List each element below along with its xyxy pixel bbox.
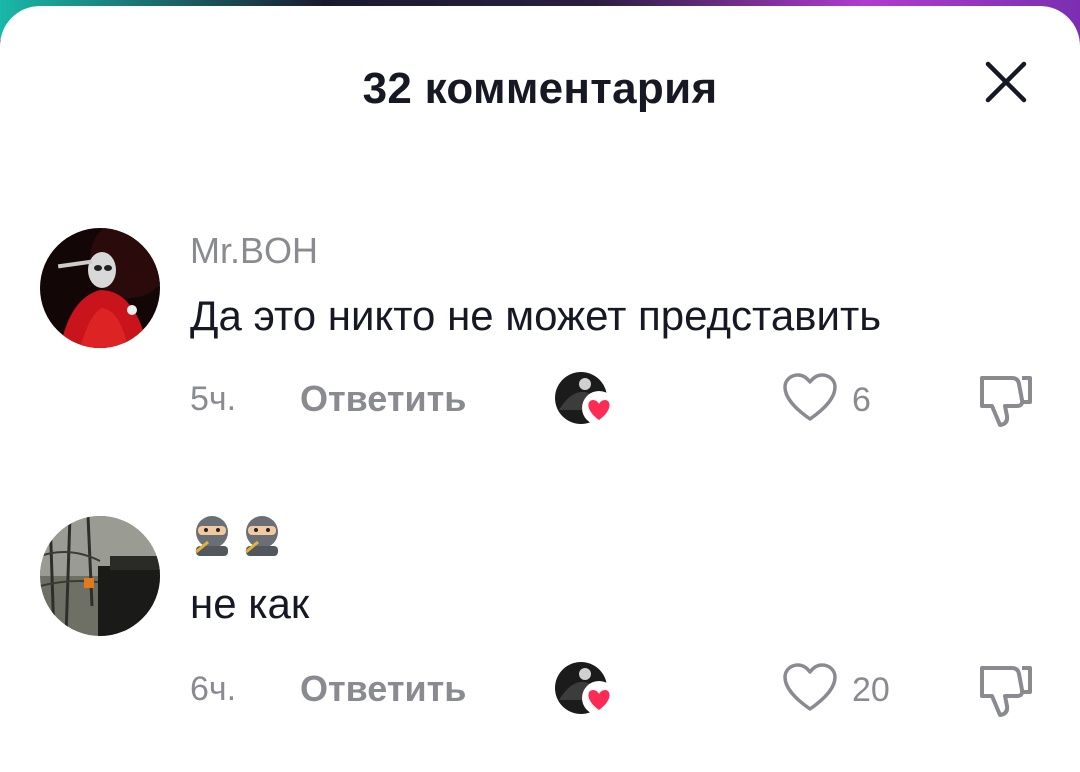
heart-icon [782,372,838,428]
creator-liked-icon [555,660,621,716]
like-count: 20 [852,670,890,709]
dislike-icon[interactable] [972,660,1038,720]
reply-button[interactable]: Ответить [300,668,466,710]
avatar[interactable] [40,516,160,636]
creator-liked-icon [555,370,621,426]
dislike-icon[interactable] [972,370,1038,430]
comment-text: не как [190,580,310,627]
close-icon[interactable] [980,56,1032,108]
comment-author[interactable]: Mr.BOH [190,230,318,272]
comment-time: 5ч. [190,380,237,418]
reply-button[interactable]: Ответить [300,378,466,420]
ninja-emoji-icon [190,512,234,561]
comment-author[interactable] [190,512,284,561]
comments-sheet: 32 комментария Mr.BOH Да это никто не мо… [0,6,1080,772]
comments-title: 32 комментария [362,64,718,113]
avatar[interactable] [40,228,160,348]
comment-time: 6ч. [190,670,237,708]
comment-item: Mr.BOH Да это никто не может представить… [0,220,1080,430]
like-button[interactable]: 6 [782,372,871,428]
heart-icon [782,662,838,718]
comment-item: не как 6ч. Ответить 20 [0,504,1080,717]
comment-meta: 5ч. Ответить 6 [0,370,1080,430]
ninja-emoji-icon [240,512,284,561]
comment-text: Да это никто не может представить [190,292,882,339]
like-count: 6 [852,380,871,419]
comment-meta: 6ч. Ответить 20 [0,660,1080,720]
like-button[interactable]: 20 [782,662,890,718]
